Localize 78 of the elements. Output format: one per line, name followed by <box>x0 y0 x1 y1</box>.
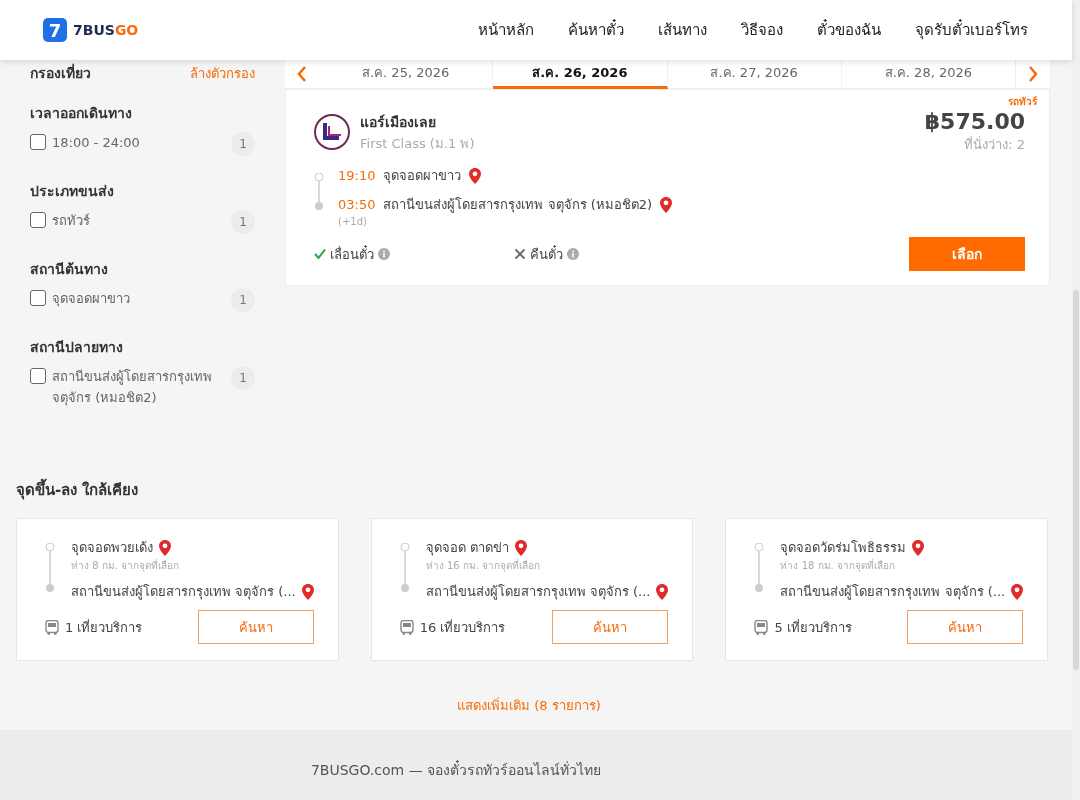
nav-link[interactable]: เส้นทาง <box>658 18 707 42</box>
info-icon <box>378 248 390 260</box>
distance-note: ห่าง 16 กม. จากจุดที่เลือก <box>425 558 542 573</box>
nav-link[interactable]: วิธีจอง <box>741 18 783 42</box>
bus-icon <box>399 619 414 635</box>
operator-logo <box>314 114 350 150</box>
distance-note: ห่าง 18 กม. จากจุดที่เลือก <box>780 558 896 573</box>
trip-count: 16 เที่ยวบริการ <box>419 618 506 637</box>
filter-option-label: รถทัวร์ <box>52 212 91 230</box>
footer-text: 7BUSGO.com — จองตั๋วรถทัวร์ออนไลน์ทั่วไทย <box>310 759 602 780</box>
search-button[interactable]: ค้นหา <box>197 610 314 644</box>
route-line-drawing <box>45 543 55 593</box>
checkbox[interactable] <box>30 368 46 384</box>
location-pin-icon <box>1011 583 1024 600</box>
stop-time: 03:50 <box>338 197 376 212</box>
route-line-drawing <box>754 543 765 593</box>
route-line-drawing <box>314 173 324 211</box>
distance-note: ห่าง 8 กม. จากจุดที่เลือก <box>71 558 181 573</box>
nav-link[interactable]: ตั๋วของฉัน <box>817 18 881 42</box>
stop-name: จุดจอดพวยเด้ง <box>71 539 153 558</box>
route-line-drawing <box>399 543 410 593</box>
stop-name: จุดจอด ตาดข่า <box>425 539 509 558</box>
nav-link[interactable]: หน้าหลัก <box>478 18 534 42</box>
filter-title: กรองเที่ยว <box>30 62 91 83</box>
filter-group-title: สถานีปลายทาง <box>30 338 124 357</box>
stop-name: จุดจอดผาขาว <box>383 167 462 186</box>
stop-name: สถานีขนส่งผู้โดยสารกรุงเทพ จตุจักร (... <box>71 583 296 602</box>
count-badge: 1 <box>231 288 255 312</box>
filter-option-label: 18:00 - 24:00 <box>52 134 141 152</box>
trip-count: 5 เที่ยวบริการ <box>774 618 852 637</box>
chevron-right-icon <box>1028 66 1038 82</box>
day-offset: (+1d) <box>338 216 368 227</box>
stop-name: สถานีขนส่งผู้โดยสารกรุงเทพ จตุจักร (... <box>425 583 651 602</box>
vehicle-type-tag: รถทัวร์ <box>1008 94 1037 109</box>
date-tab[interactable]: ส.ค. 28, 2026 <box>841 59 1016 89</box>
filter-option-label: จุดจอดผาขาว <box>52 290 131 309</box>
stop-name: จุดจอดวัดร่มโพธิธรรม <box>780 539 907 558</box>
filter-group-title: ประเภทขนส่ง <box>30 182 115 201</box>
date-tab[interactable]: ส.ค. 27, 2026 <box>667 59 842 89</box>
stop-name: สถานีขนส่งผู้โดยสารกรุงเทพ จตุจักร (หมอชิต2) <box>383 196 653 215</box>
price: ฿575.00 <box>924 109 1025 134</box>
checkbox[interactable] <box>30 134 46 150</box>
bus-icon <box>754 619 769 635</box>
logo-text[interactable]: 7BUSGO <box>73 22 139 38</box>
chevron-left-icon <box>297 66 307 82</box>
location-pin-icon <box>656 583 669 600</box>
bus-icon <box>45 619 59 635</box>
scrollbar-thumb[interactable] <box>1073 290 1079 670</box>
location-pin-icon <box>301 583 314 600</box>
section-title: จุดขึ้น-ลง ใกล้เคียง <box>16 478 1042 502</box>
location-pin-icon <box>912 539 925 556</box>
trip-count: 1 เที่ยวบริการ <box>65 618 143 637</box>
location-pin-icon <box>159 539 171 556</box>
search-button[interactable]: ค้นหา <box>552 610 669 644</box>
stop-name: สถานีขนส่งผู้โดยสารกรุงเทพ จตุจักร (... <box>780 583 1006 602</box>
logo-mark[interactable]: 7 <box>43 18 67 42</box>
nav-link[interactable]: ค้นหาตั๋ว <box>568 18 624 42</box>
policy-label: คืนตั๋ว <box>530 244 563 264</box>
policy-label: เลื่อนตั๋ว <box>330 244 374 264</box>
location-pin-icon <box>514 539 527 556</box>
date-tab[interactable]: ส.ค. 25, 2026 <box>319 59 494 89</box>
filter-option-label: สถานีขนส่งผู้โดยสารกรุงเทพ จตุจักร (หมอชิต2) <box>52 368 213 408</box>
search-button[interactable]: ค้นหา <box>907 610 1024 644</box>
location-pin-icon <box>660 196 673 213</box>
checkbox[interactable] <box>30 212 46 228</box>
location-pin-icon <box>469 167 482 184</box>
count-badge: 1 <box>231 366 255 390</box>
stop-time: 19:10 <box>338 168 376 183</box>
filter-group-title: สถานีต้นทาง <box>30 260 109 279</box>
operator-name: แอร์เมืองเลย <box>360 112 437 132</box>
seats-available: ที่นั่งว่าง: 2 <box>964 135 1025 154</box>
checkbox[interactable] <box>30 290 46 306</box>
nav-link[interactable]: จุดรับตั๋วเบอร์โทร <box>915 18 1028 42</box>
filter-group-title: เวลาออกเดินทาง <box>30 104 133 123</box>
bus-class: First Class (ม.1 พ) <box>360 134 475 153</box>
count-badge: 1 <box>231 210 255 234</box>
info-icon <box>567 248 579 260</box>
count-badge: 1 <box>231 132 255 156</box>
